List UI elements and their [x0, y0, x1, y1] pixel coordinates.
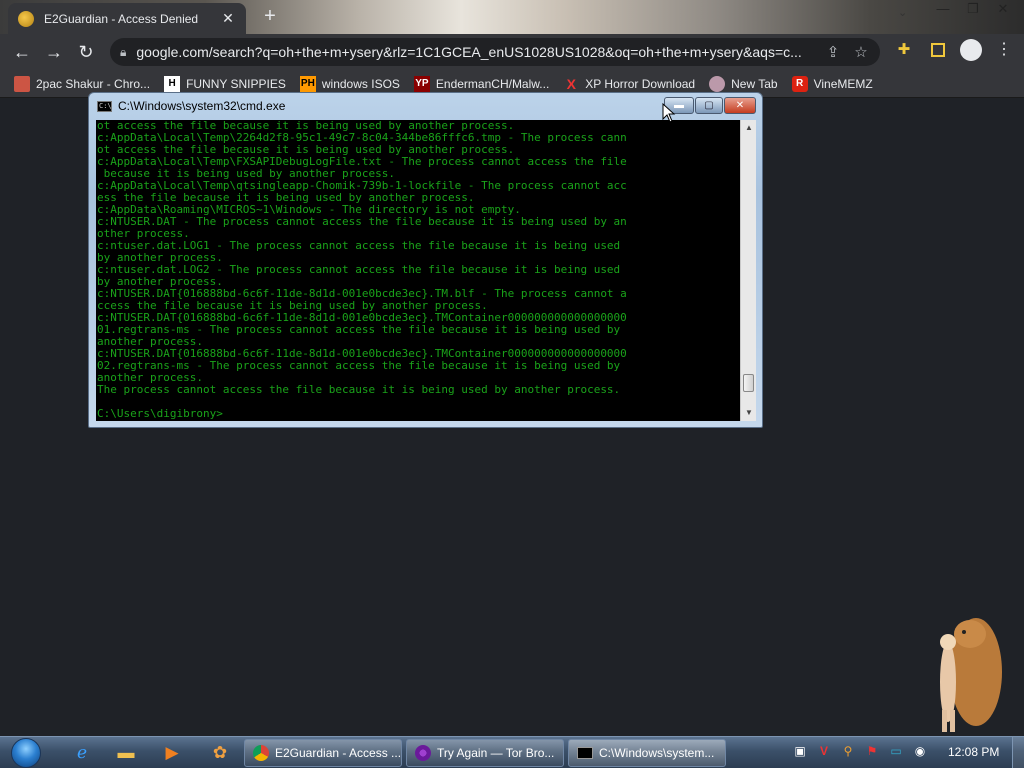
bookmark-vinememz[interactable]: R VineMEMZ — [791, 75, 873, 92]
bookmark-label: FUNNY SNIPPIES — [186, 76, 286, 91]
bookmark-label: windows ISOS — [321, 76, 400, 91]
profile-avatar[interactable] — [960, 39, 982, 61]
bookmark-yp-icon: YP — [413, 75, 430, 92]
system-tray: ▣ V ⚲ ⚑ ▭ ◉ — [792, 743, 928, 759]
internet-explorer-icon[interactable]: ℯ — [62, 739, 102, 767]
bookmark-label: 2pac Shakur - Chro... — [36, 76, 151, 91]
console-area[interactable]: ot access the file because it is being u… — [96, 120, 756, 421]
speaker-icon[interactable]: ◉ — [912, 743, 928, 759]
bookmark-bag-icon — [14, 75, 30, 92]
back-button[interactable]: ← — [6, 36, 38, 68]
tab-title: E2Guardian - Access Denied — [44, 11, 199, 26]
cmd-maximize-button[interactable]: ▢ — [695, 97, 723, 114]
bookmark-h-icon: H — [164, 75, 181, 92]
show-desktop-button[interactable] — [1012, 737, 1024, 768]
lock-icon[interactable]: 🔒︎ — [120, 45, 126, 60]
browser-toolbar: ← → ↻ 🔒︎ google.com/search?q=oh+the+m+ys… — [0, 34, 1024, 70]
bookmark-2pac[interactable]: 2pac Shakur - Chro... — [14, 75, 151, 92]
tab-strip: E2Guardian - Access Denied ✕ + ⌄ — ❐ ✕ — [0, 0, 1024, 34]
bookmark-x-icon: X — [566, 75, 576, 92]
browser-tab[interactable]: E2Guardian - Access Denied ✕ — [8, 3, 246, 34]
url-text[interactable]: google.com/search?q=oh+the+m+ysery&rlz=1… — [136, 44, 814, 60]
cmd-icon: C:\ — [97, 100, 112, 112]
bookmark-new-tab[interactable]: New Tab — [709, 75, 778, 92]
flag-icon[interactable]: ⚑ — [864, 743, 880, 759]
taskbar: ℯ ▬ ▶ ✿ E2Guardian - Access ... Try Agai… — [0, 736, 1024, 768]
windows-logo-icon — [11, 738, 41, 768]
reload-button[interactable]: ↻ — [70, 36, 102, 68]
task-label: Try Again — Tor Bro... — [437, 746, 555, 760]
cmd-window-buttons: ▬ ▢ ✕ — [664, 97, 756, 114]
task-label: C:\Windows\system... — [599, 746, 715, 760]
bookmark-label: XP Horror Download — [585, 76, 696, 91]
maximize-button[interactable]: ❐ — [958, 0, 988, 20]
window-controls: — ❐ ✕ — [928, 0, 1018, 20]
tab-close-icon[interactable]: ✕ — [220, 10, 236, 27]
chrome-icon — [253, 745, 269, 761]
taskbar-tor-button[interactable]: Try Again — Tor Bro... — [406, 739, 564, 767]
clock[interactable]: 12:08 PM — [948, 745, 999, 759]
e2guardian-favicon-icon — [18, 10, 34, 27]
new-tab-button[interactable]: + — [258, 5, 282, 29]
bookmark-ph-icon: PH — [299, 75, 316, 92]
scroll-down-icon[interactable]: ▼ — [741, 405, 756, 421]
address-bar[interactable]: 🔒︎ google.com/search?q=oh+the+m+ysery&rl… — [110, 38, 880, 66]
bookmark-label: EndermanCH/Malw... — [435, 76, 550, 91]
cmd-window[interactable]: C:\ C:\Windows\system32\cmd.exe ▬ ▢ ✕ ot… — [88, 92, 763, 428]
cmd-close-button[interactable]: ✕ — [724, 97, 756, 114]
console-line: The process cannot access the file becau… — [97, 383, 621, 396]
cmd-title: C:\Windows\system32\cmd.exe — [118, 99, 286, 113]
extensions-icon[interactable]: ✚ — [892, 38, 916, 62]
bookmark-r-icon: R — [791, 75, 808, 92]
scroll-up-icon[interactable]: ▲ — [741, 120, 756, 136]
monitor-icon[interactable]: ▣ — [792, 743, 808, 759]
console-output[interactable]: ot access the file because it is being u… — [97, 120, 739, 421]
taskbar-cmd-button[interactable]: C:\Windows\system... — [568, 739, 726, 767]
bookmark-label: New Tab — [731, 76, 778, 91]
bookmark-globe-icon — [709, 75, 726, 92]
menu-dots-icon[interactable]: ⋮ — [992, 38, 1016, 62]
bookmark-endermanch[interactable]: YP EndermanCH/Malw... — [413, 75, 550, 92]
bookmark-windows-isos[interactable]: PH windows ISOS — [299, 75, 400, 92]
console-line: C:\Users\digibrony> — [97, 407, 223, 420]
tor-icon — [415, 745, 431, 761]
close-button[interactable]: ✕ — [988, 0, 1018, 20]
bookmark-funny-snippies[interactable]: H FUNNY SNIPPIES — [164, 75, 286, 92]
share-icon[interactable]: ⇪ — [824, 43, 842, 61]
start-button[interactable] — [6, 738, 46, 768]
console-line: c:NTUSER.DAT - The process cannot access… — [97, 215, 627, 228]
tab-search-icon[interactable]: ⌄ — [898, 6, 907, 19]
star-icon[interactable]: ☆ — [852, 43, 870, 61]
v-icon[interactable]: V — [816, 743, 832, 759]
side-panel-icon[interactable] — [931, 43, 945, 57]
cmd-icon — [577, 747, 593, 759]
forward-button[interactable]: → — [38, 36, 70, 68]
task-label: E2Guardian - Access ... — [275, 746, 401, 760]
minimize-button[interactable]: — — [928, 0, 958, 20]
bookmark-label: VineMEMZ — [813, 76, 873, 91]
scroll-thumb[interactable] — [743, 374, 754, 392]
media-player-icon[interactable]: ▶ — [152, 739, 192, 767]
search-icon[interactable]: ⚲ — [840, 743, 856, 759]
folder-icon[interactable]: ▬ — [106, 739, 146, 767]
taskbar-chrome-button[interactable]: E2Guardian - Access ... — [244, 739, 402, 767]
extension-area: ✚ ⋮ — [892, 38, 1016, 62]
display-icon[interactable]: ▭ — [888, 743, 904, 759]
desktop-character-image — [930, 612, 1004, 736]
paw-app-icon[interactable]: ✿ — [200, 739, 240, 767]
bookmark-xp-horror[interactable]: X XP Horror Download — [563, 75, 696, 92]
console-scrollbar[interactable]: ▲ ▼ — [740, 120, 756, 421]
